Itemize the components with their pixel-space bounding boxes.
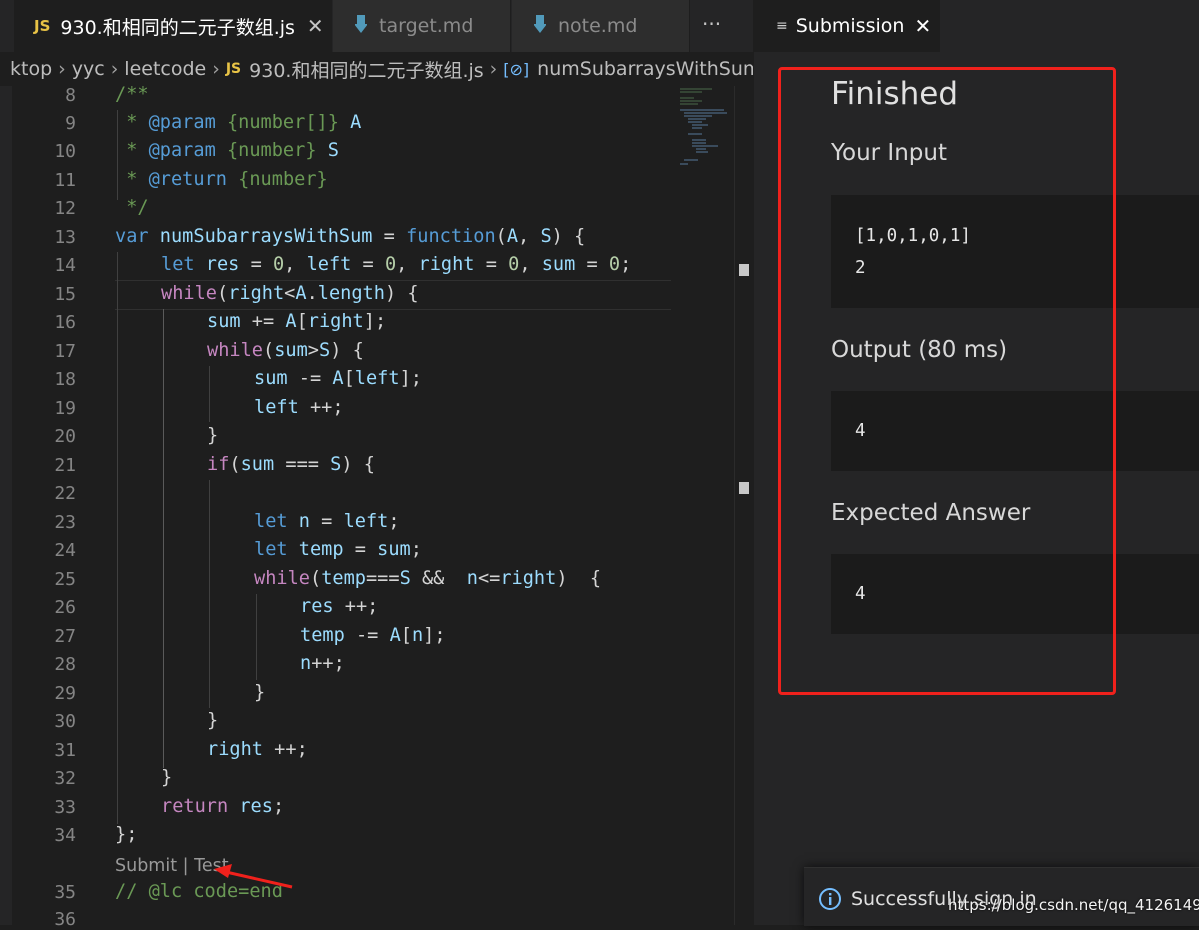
code-line: return res; xyxy=(161,796,285,817)
code-line: } xyxy=(207,425,219,446)
editor-tab-bar: JS 930.和相同的二元子数组.js ✕ target.md note.md … xyxy=(0,0,753,52)
code-line: * @param {number} S xyxy=(115,140,339,161)
tab-930-js[interactable]: JS 930.和相同的二元子数组.js ✕ xyxy=(14,0,332,52)
code-line: if(sum === S) { xyxy=(207,454,375,475)
indent-guide xyxy=(209,366,210,422)
tab-submission[interactable]: ≡ Submission ✕ xyxy=(754,0,940,52)
line-number: 23 xyxy=(54,512,76,533)
markdown-icon xyxy=(354,14,368,38)
line-number: 22 xyxy=(54,483,76,504)
breadcrumb-item[interactable]: numSubarraysWithSum xyxy=(537,58,753,80)
line-number: 16 xyxy=(54,312,76,333)
code-line: var numSubarraysWithSum = function(A, S)… xyxy=(115,226,586,247)
scroll-marker xyxy=(739,264,749,276)
indent-guide xyxy=(256,594,257,680)
line-number: 19 xyxy=(54,398,76,419)
code-line: while(sum>S) { xyxy=(207,340,364,361)
code-line: sum -= A[left]; xyxy=(254,368,422,389)
breadcrumb: ktop › yyc › leetcode › JS 930.和相同的二元子数组… xyxy=(0,52,753,86)
editor-area xyxy=(0,0,753,925)
line-number: 34 xyxy=(54,825,76,846)
close-tab-icon[interactable]: ✕ xyxy=(307,14,324,38)
code-line: left ++; xyxy=(254,397,344,418)
preview-icon: ≡ xyxy=(776,18,788,34)
tab-note-md[interactable]: note.md xyxy=(512,0,690,52)
line-number: 30 xyxy=(54,711,76,732)
line-number: 35 xyxy=(54,882,76,903)
line-number: 13 xyxy=(54,227,76,248)
minimap[interactable] xyxy=(672,86,732,925)
code-line: let temp = sum; xyxy=(254,539,422,560)
code-line: } xyxy=(207,710,219,731)
chevron-right-icon: › xyxy=(110,58,119,80)
line-number: 29 xyxy=(54,683,76,704)
line-number: 32 xyxy=(54,768,76,789)
code-line: right ++; xyxy=(207,739,308,760)
markdown-icon xyxy=(533,14,547,38)
line-number: 9 xyxy=(65,113,76,134)
js-file-icon: JS xyxy=(225,61,242,77)
line-number: 28 xyxy=(54,654,76,675)
vertical-scrollbar[interactable] xyxy=(734,86,754,925)
indent-guide xyxy=(209,480,210,708)
line-number: 25 xyxy=(54,569,76,590)
line-number: 20 xyxy=(54,426,76,447)
line-number: 14 xyxy=(54,255,76,276)
line-number: 8 xyxy=(65,85,76,106)
code-line: /** xyxy=(115,84,149,105)
line-number: 17 xyxy=(54,341,76,362)
code-line: temp -= A[n]; xyxy=(300,625,446,646)
chevron-right-icon: › xyxy=(58,58,66,80)
breadcrumb-item[interactable]: ktop xyxy=(10,58,52,80)
code-line: let res = 0, left = 0, right = 0, sum = … xyxy=(161,254,632,275)
line-number: 24 xyxy=(54,540,76,561)
line-number: 33 xyxy=(54,797,76,818)
scroll-marker xyxy=(739,482,749,494)
more-actions-icon[interactable]: ··· xyxy=(702,12,721,36)
code-line: sum += A[right]; xyxy=(207,311,387,332)
watermark: https://blog.csdn.net/qq_41261490 xyxy=(948,896,1199,914)
tab-label: Submission xyxy=(795,15,905,37)
activity-gutter xyxy=(0,86,12,925)
code-line: * @param {number[]} A xyxy=(115,112,362,133)
line-number: 31 xyxy=(54,740,76,761)
annotation-arrow-icon xyxy=(214,864,293,889)
code-line: while(right<A.length) { xyxy=(161,283,419,304)
indent-guide-active xyxy=(163,309,164,768)
line-number: 26 xyxy=(54,597,76,618)
info-icon xyxy=(819,888,841,910)
tab-label: note.md xyxy=(558,15,638,37)
code-line: }; xyxy=(115,824,138,845)
line-number: 15 xyxy=(54,284,76,305)
chevron-right-icon: › xyxy=(212,58,220,80)
tab-label: target.md xyxy=(379,15,474,37)
line-number: 18 xyxy=(54,369,76,390)
annotation-highlight-box xyxy=(778,67,1116,695)
line-number: 10 xyxy=(54,141,76,162)
breadcrumb-item[interactable]: yyc xyxy=(72,58,105,80)
minimap-preview-icon xyxy=(680,88,727,165)
code-line: } xyxy=(161,767,173,788)
close-tab-icon[interactable]: ✕ xyxy=(914,14,931,38)
code-line: * @return {number} xyxy=(115,169,328,190)
symbol-method-icon: [⊘] xyxy=(503,59,530,79)
js-file-icon: JS xyxy=(34,17,51,35)
code-line: n++; xyxy=(300,653,345,674)
code-line: */ xyxy=(115,197,149,218)
breadcrumb-item[interactable]: leetcode xyxy=(124,58,206,80)
line-number: 12 xyxy=(54,198,76,219)
breadcrumb-item[interactable]: 930.和相同的二元子数组.js xyxy=(249,56,484,83)
tab-target-md[interactable]: target.md xyxy=(333,0,511,52)
indent-guide xyxy=(117,252,118,824)
line-number: 27 xyxy=(54,626,76,647)
line-number: 36 xyxy=(54,909,76,930)
tab-label: 930.和相同的二元子数组.js xyxy=(60,16,295,39)
code-line: while(temp===S && n<=right) { xyxy=(254,568,602,589)
code-line: res ++; xyxy=(300,596,379,617)
line-number: 11 xyxy=(54,170,76,191)
code-line: let n = left; xyxy=(254,511,400,532)
chevron-right-icon: › xyxy=(489,58,498,80)
code-line: } xyxy=(254,682,266,703)
line-number: 21 xyxy=(54,455,76,476)
